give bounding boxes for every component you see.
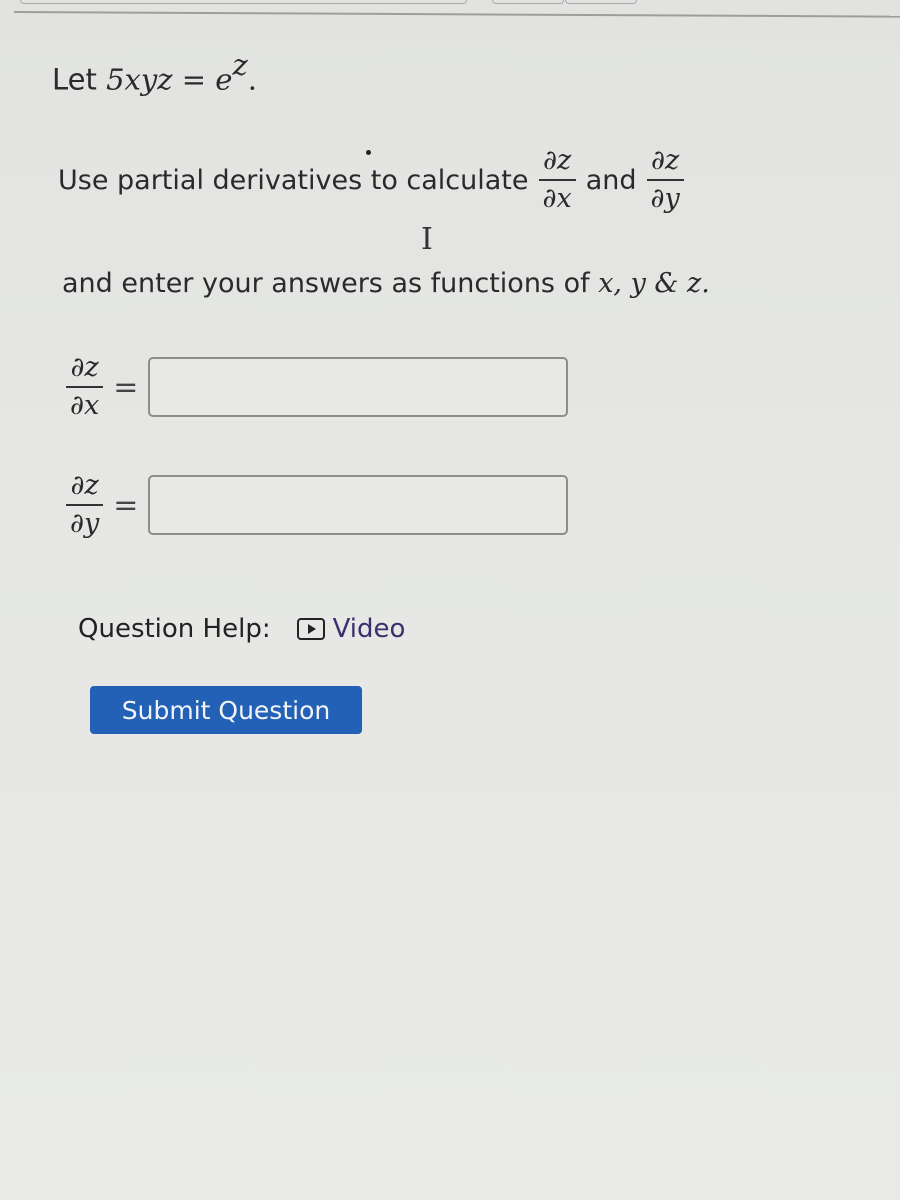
tab-edge-mid — [492, 0, 564, 4]
fraction-denominator: ∂x — [542, 183, 572, 214]
answer-input-dz-dy[interactable] — [148, 475, 569, 535]
fraction-denominator: ∂y — [650, 183, 680, 214]
fraction-numerator: ∂z — [70, 470, 99, 501]
connector-text: and — [585, 164, 637, 196]
fraction-dz-dy: ∂z ∂y — [646, 143, 684, 217]
equation-rhs-base: e — [215, 62, 233, 97]
question-help-label: Question Help: — [78, 614, 271, 644]
text-cursor-icon: I — [421, 222, 433, 257]
instruction-variables: x, y & z. — [598, 268, 710, 299]
tab-edge-right — [565, 0, 637, 4]
answer-label-dz-dy: ∂z ∂y — [66, 468, 104, 542]
answer-row-dz-dy: ∂z ∂y = — [66, 468, 569, 542]
instruction-text: Use partial derivatives to calculate — [58, 164, 529, 196]
tab-edge-left — [20, 0, 467, 4]
intro-label: Let — [52, 62, 97, 97]
fraction-numerator: ∂z — [651, 145, 680, 176]
equation-lhs: 5xyz — [106, 62, 173, 97]
instruction-line-2: and enter your answers as functions of x… — [62, 268, 710, 299]
video-play-icon[interactable] — [296, 618, 325, 640]
equals-sign: = — [113, 369, 139, 405]
fraction-numerator: ∂z — [543, 145, 572, 176]
fraction-denominator: ∂x — [70, 390, 100, 421]
equals-sign: = — [113, 487, 139, 523]
submit-question-button[interactable]: Submit Question — [90, 686, 362, 734]
video-link[interactable]: Video — [333, 614, 406, 644]
answer-row-dz-dx: ∂z ∂x = — [66, 350, 569, 424]
answer-input-dz-dx[interactable] — [148, 357, 569, 417]
fraction-denominator: ∂y — [70, 508, 100, 539]
answer-label-dz-dx: ∂z ∂x — [66, 350, 104, 424]
instruction-text: and enter your answers as functions of — [62, 268, 590, 299]
question-help: Question Help: Video — [78, 614, 405, 644]
equation-rhs-exponent: z — [232, 48, 248, 82]
fraction-dz-dx: ∂z ∂x — [538, 143, 576, 217]
equation-equals: = — [181, 62, 207, 97]
fraction-numerator: ∂z — [70, 352, 99, 383]
instruction-line-1: Use partial derivatives to calculate ∂z … — [58, 130, 694, 230]
equation-period: . — [247, 62, 257, 97]
problem-statement: Let 5xyz = ez. — [52, 48, 257, 97]
